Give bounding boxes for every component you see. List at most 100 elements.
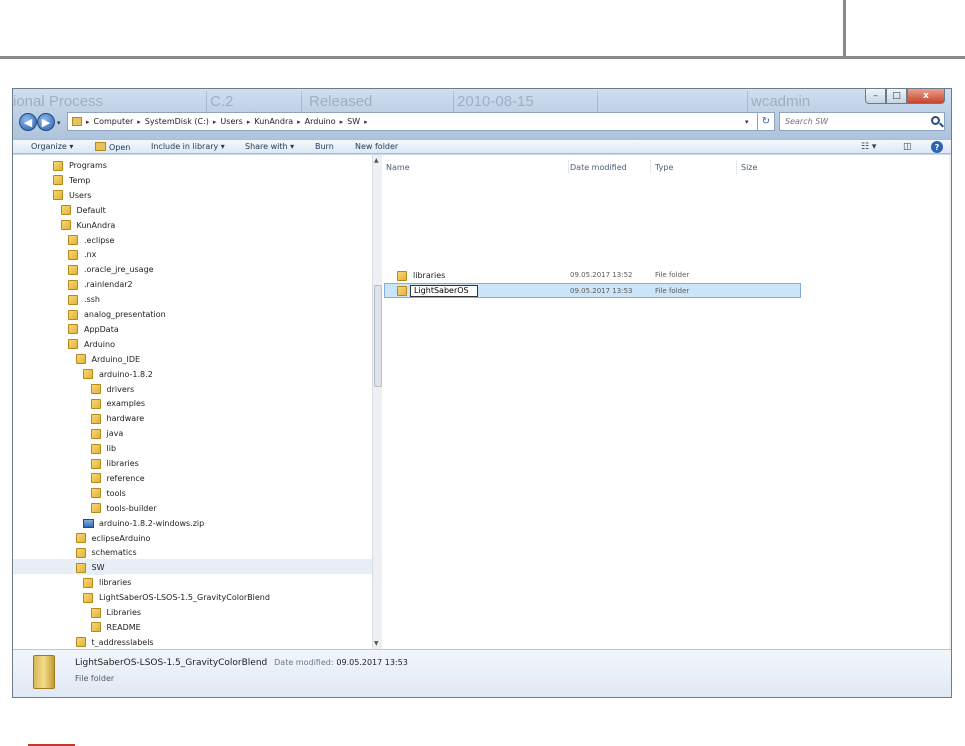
chevron-right-icon[interactable]: ▸ [340, 118, 344, 126]
tree-item[interactable]: KunAndra [60, 218, 115, 233]
search-box[interactable] [779, 112, 945, 131]
tree-item-label: tools-builder [106, 503, 157, 513]
column-separator[interactable] [736, 160, 737, 174]
background-ghost-text: ional Process [13, 93, 104, 110]
tree-item[interactable]: schematics [75, 545, 137, 560]
chevron-right-icon[interactable]: ▸ [247, 118, 251, 126]
breadcrumb-item[interactable]: Arduino [305, 117, 336, 126]
tree-item[interactable]: Libraries [90, 605, 141, 620]
open-button[interactable]: Open [95, 142, 130, 152]
tree-item[interactable]: hardware [90, 411, 145, 426]
tree-item[interactable]: Users [53, 188, 91, 203]
tree-item[interactable]: Arduino [68, 337, 115, 352]
tree-item[interactable]: SW [75, 560, 105, 576]
tree-item[interactable]: .oracle_jre_usage [68, 262, 154, 277]
page-divider-vertical [843, 0, 846, 58]
tree-item[interactable]: .nx [68, 247, 96, 262]
recent-pages-dropdown-icon[interactable]: ▾ [57, 119, 61, 127]
column-separator[interactable] [650, 160, 651, 174]
tree-item[interactable]: tools-builder [90, 501, 157, 516]
explorer-window: ional Process C.2 Released 2010-08-15 wc… [12, 88, 952, 698]
tree-item[interactable]: lib [90, 441, 116, 456]
file-row-selected[interactable]: LightSaberOS 09.05.2017 13:53 File folde… [384, 283, 801, 298]
tree-item[interactable]: examples [90, 396, 145, 411]
search-input[interactable] [785, 117, 925, 126]
column-header-type[interactable]: Type [655, 163, 673, 172]
folder-icon [75, 637, 86, 648]
tree-item[interactable]: Default [60, 203, 106, 218]
tree-item-label: hardware [106, 414, 145, 424]
breadcrumb-item[interactable]: KunAndra [254, 117, 293, 126]
organize-button[interactable]: Organize ▾ [31, 142, 73, 151]
window-controls: – □ x [865, 89, 945, 106]
tree-item[interactable]: README [90, 620, 141, 635]
include-in-library-button[interactable]: Include in library ▾ [151, 142, 225, 151]
tree-item-label: Arduino_IDE [91, 354, 141, 364]
tree-item[interactable]: arduino-1.8.2 [83, 367, 153, 382]
chevron-right-icon[interactable]: ▸ [213, 118, 217, 126]
tree-item-label: arduino-1.8.2 [99, 369, 153, 379]
file-date: 09.05.2017 13:52 [570, 271, 633, 279]
chevron-right-icon[interactable]: ▸ [297, 118, 301, 126]
folder-icon [90, 607, 101, 618]
chevron-right-icon[interactable]: ▸ [137, 118, 141, 126]
tree-item[interactable]: java [90, 426, 123, 441]
tree-item-label: schematics [91, 548, 137, 558]
tree-item[interactable]: analog_presentation [68, 307, 166, 322]
back-button[interactable]: ◀ [19, 113, 37, 131]
tree-item[interactable]: libraries [90, 456, 139, 471]
scroll-down-arrow-icon[interactable]: ▼ [374, 640, 379, 647]
tree-item[interactable]: Programs [53, 158, 107, 173]
view-options-icon[interactable]: ☷ ▾ [861, 142, 876, 152]
address-bar[interactable]: ▸ Computer ▸ SystemDisk (C:) ▸ Users ▸ K… [67, 112, 767, 131]
tree-item[interactable]: arduino-1.8.2-windows.zip [83, 516, 204, 531]
tree-item[interactable]: eclipseArduino [75, 531, 150, 546]
tree-item[interactable]: tools [90, 486, 126, 501]
tree-item-label: Programs [69, 161, 107, 170]
tree-item[interactable]: .eclipse [68, 233, 114, 248]
tree-item[interactable]: t_addresslabels [75, 635, 154, 649]
tree-item[interactable]: drivers [90, 382, 134, 397]
share-with-button[interactable]: Share with ▾ [245, 142, 294, 151]
column-header-date[interactable]: Date modified [570, 163, 627, 172]
maximize-button[interactable]: □ [886, 89, 907, 104]
tree-item-label: Default [76, 205, 106, 215]
column-header-name[interactable]: Name [386, 163, 410, 172]
breadcrumb-item[interactable]: SW [347, 117, 360, 126]
scroll-up-arrow-icon[interactable]: ▲ [374, 157, 379, 164]
preview-pane-icon[interactable]: ◫ [903, 142, 912, 152]
scrollbar-thumb[interactable] [374, 285, 382, 387]
folder-icon [90, 622, 101, 633]
details-pane: LightSaberOS-LSOS-1.5_GravityColorBlend … [13, 649, 951, 697]
rename-input[interactable]: LightSaberOS [410, 284, 478, 297]
tree-item[interactable]: .rainlendar2 [68, 277, 133, 292]
address-history-dropdown-icon[interactable]: ▾ [745, 118, 749, 126]
tree-item-label: Arduino [84, 339, 115, 349]
folder-icon [53, 160, 63, 171]
forward-button[interactable]: ▶ [37, 113, 55, 131]
tree-item[interactable]: Arduino_IDE [75, 352, 141, 367]
chevron-right-icon[interactable]: ▸ [86, 118, 90, 126]
tree-item[interactable]: reference [90, 471, 145, 486]
new-folder-button[interactable]: New folder [355, 142, 398, 151]
tree-item[interactable]: .ssh [68, 292, 100, 307]
tree-item[interactable]: libraries [83, 575, 131, 590]
tree-item[interactable]: AppData [68, 322, 119, 337]
tree-item[interactable]: LightSaberOS-LSOS-1.5_GravityColorBlend [83, 590, 270, 605]
breadcrumb-item[interactable]: Computer [94, 117, 134, 126]
folder-icon [397, 285, 407, 296]
search-icon[interactable] [931, 116, 940, 125]
refresh-button[interactable]: ↻ [757, 112, 775, 131]
close-button[interactable]: x [907, 89, 945, 104]
chevron-right-icon[interactable]: ▸ [364, 118, 368, 126]
breadcrumb-item[interactable]: SystemDisk (C:) [145, 117, 209, 126]
navigation-scrollbar[interactable]: ▲ ▼ [372, 155, 382, 649]
tree-item[interactable]: Temp [53, 173, 90, 188]
burn-button[interactable]: Burn [315, 142, 334, 151]
column-separator[interactable] [568, 160, 569, 174]
minimize-button[interactable]: – [865, 89, 886, 104]
help-icon[interactable]: ? [931, 141, 943, 153]
column-header-size[interactable]: Size [741, 163, 757, 172]
file-row[interactable]: libraries 09.05.2017 13:52 File folder [384, 268, 801, 283]
breadcrumb-item[interactable]: Users [220, 117, 242, 126]
